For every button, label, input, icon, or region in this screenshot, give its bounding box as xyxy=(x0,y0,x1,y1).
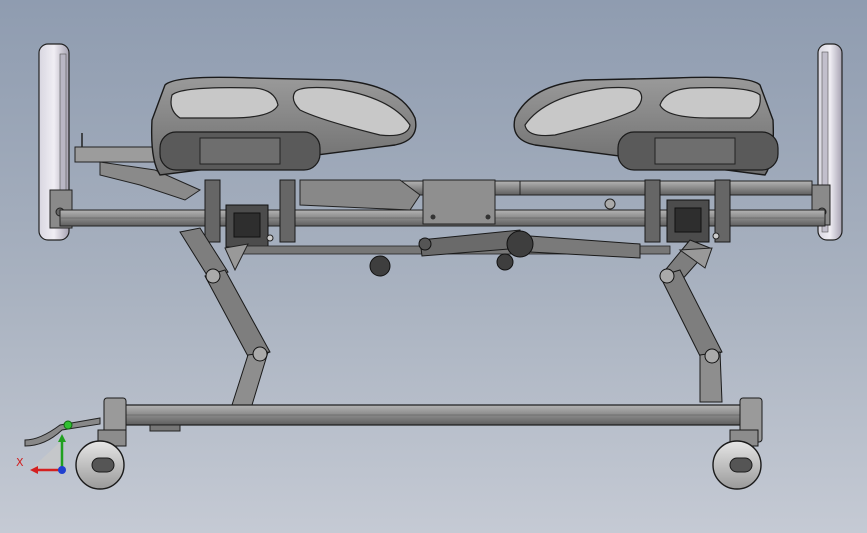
rail-bracket-left[interactable] xyxy=(204,179,296,248)
z-axis-dot-icon xyxy=(58,466,66,474)
side-rail-left[interactable] xyxy=(150,76,417,176)
linear-actuator[interactable] xyxy=(239,229,671,277)
lift-arm-right[interactable] xyxy=(659,239,723,403)
side-rail-right[interactable] xyxy=(513,76,779,176)
y-axis-arrow-icon xyxy=(58,434,66,442)
caster-wheel-left[interactable] xyxy=(75,429,127,490)
lift-arm-left[interactable] xyxy=(179,227,271,406)
caster-wheel-right[interactable] xyxy=(712,429,762,490)
cad-viewport[interactable]: X xyxy=(0,0,867,533)
x-axis-label: X xyxy=(16,456,24,469)
base-frame[interactable] xyxy=(103,397,763,443)
bed-model-drawing[interactable] xyxy=(0,0,867,533)
